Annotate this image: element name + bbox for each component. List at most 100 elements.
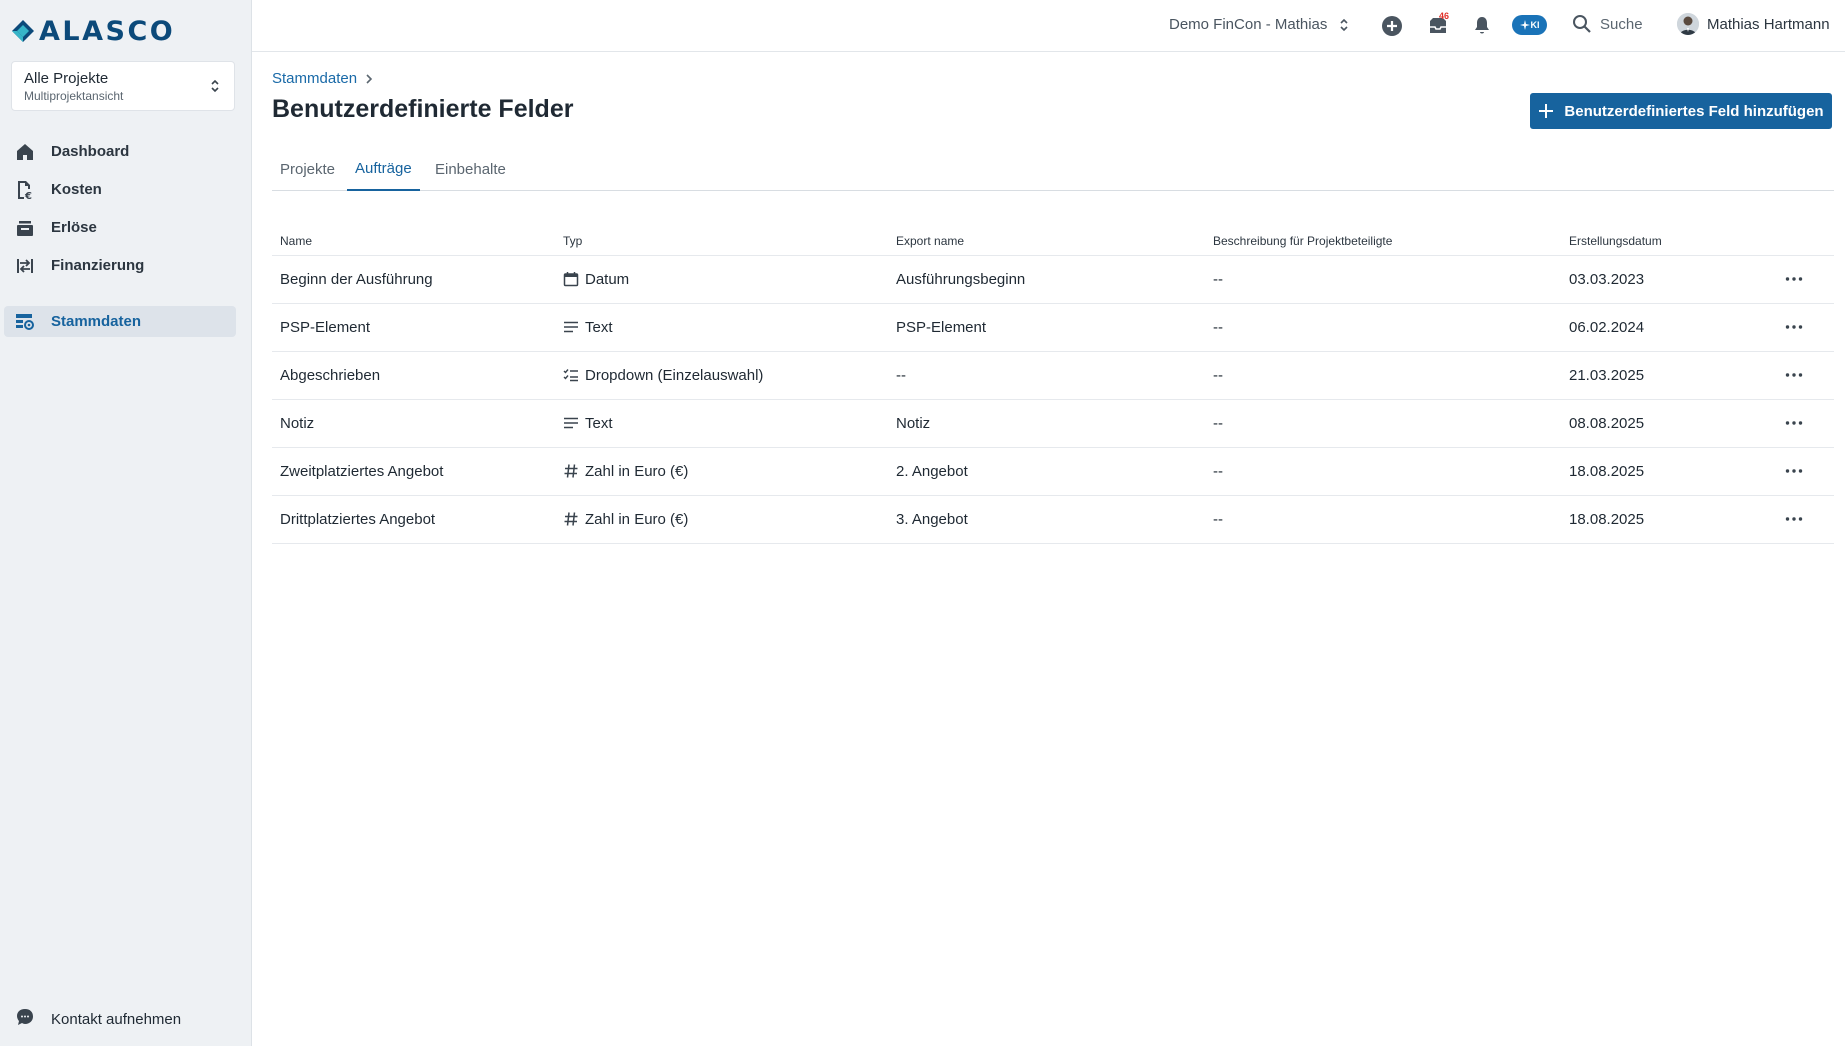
- workspace-switcher[interactable]: Demo FinCon - Mathias: [1169, 16, 1349, 33]
- column-header-description[interactable]: Beschreibung für Projektbeteiligte: [1205, 227, 1561, 256]
- financing-icon: [15, 256, 35, 276]
- cell-name: PSP-Element: [272, 303, 555, 352]
- cell-export-name: Ausführungsbeginn: [888, 255, 1205, 304]
- cell-created: 03.03.2023: [1561, 255, 1767, 304]
- breadcrumb: Stammdaten: [272, 70, 373, 87]
- tab-projekte[interactable]: Projekte: [272, 147, 343, 191]
- cell-export-name: Notiz: [888, 399, 1205, 448]
- cell-description: --: [1205, 255, 1561, 304]
- more-options-icon[interactable]: [1782, 413, 1806, 433]
- search-icon: [1573, 15, 1591, 33]
- more-options-icon[interactable]: [1782, 317, 1806, 337]
- ai-assistant-button[interactable]: KI: [1512, 15, 1547, 35]
- table-row[interactable]: Drittplatziertes Angebot Zahl in Euro (€…: [272, 495, 1834, 544]
- breadcrumb-link-stammdaten[interactable]: Stammdaten: [272, 70, 357, 87]
- custom-fields-table: Name Typ Export name Beschreibung für Pr…: [272, 227, 1834, 544]
- text-lines-icon: [563, 415, 579, 431]
- inbox-count-badge: 46: [1439, 11, 1450, 21]
- cell-actions: [1767, 399, 1834, 448]
- cell-type: Text: [555, 303, 888, 352]
- nav-label: Dashboard: [51, 143, 130, 160]
- cell-description: --: [1205, 351, 1561, 400]
- search-button[interactable]: Suche: [1572, 14, 1643, 34]
- project-select-title: Alle Projekte: [24, 70, 109, 87]
- tab-auftraege[interactable]: Aufträge: [347, 147, 420, 191]
- hash-icon: [563, 511, 579, 527]
- contact-label: Kontakt aufnehmen: [51, 1011, 182, 1028]
- cell-type: Text: [555, 399, 888, 448]
- inbox-icon[interactable]: 46: [1426, 11, 1450, 38]
- column-header-actions: [1767, 227, 1834, 256]
- sidebar: ALASCO Alle Projekte Multiprojektansicht…: [0, 0, 252, 1046]
- text-lines-icon: [563, 319, 579, 335]
- cell-actions: [1767, 303, 1834, 352]
- more-options-icon[interactable]: [1782, 461, 1806, 481]
- cell-name: Drittplatziertes Angebot: [272, 495, 555, 544]
- table-row[interactable]: Zweitplatziertes Angebot Zahl in Euro (€…: [272, 447, 1834, 496]
- nav-label: Finanzierung: [51, 257, 145, 274]
- add-custom-field-button[interactable]: Benutzerdefiniertes Feld hinzufügen: [1530, 93, 1832, 129]
- table-header-row: Name Typ Export name Beschreibung für Pr…: [272, 227, 1834, 256]
- user-menu[interactable]: Mathias Hartmann: [1677, 13, 1830, 35]
- table-row[interactable]: Beginn der Ausführung Datum Ausführungsb…: [272, 255, 1834, 304]
- tab-einbehalte[interactable]: Einbehalte: [427, 147, 514, 191]
- chevron-right-icon: [366, 73, 373, 84]
- cell-type: Zahl in Euro (€): [555, 495, 888, 544]
- type-label: Text: [585, 414, 613, 432]
- more-options-icon[interactable]: [1782, 269, 1806, 289]
- nav-label: Stammdaten: [51, 313, 142, 330]
- avatar: [1677, 13, 1699, 35]
- updown-chevron-icon: [211, 79, 219, 93]
- cell-name: Abgeschrieben: [272, 351, 555, 400]
- cell-name: Notiz: [272, 399, 555, 448]
- cell-actions: [1767, 495, 1834, 544]
- plus-icon: [1539, 104, 1554, 118]
- bell-icon[interactable]: [1470, 14, 1494, 38]
- master-data-icon: [15, 312, 35, 332]
- nav-item-stammdaten[interactable]: Stammdaten: [4, 306, 236, 337]
- nav-item-dashboard[interactable]: Dashboard: [4, 136, 236, 167]
- search-label: Suche: [1600, 15, 1643, 33]
- nav-label: Kosten: [51, 181, 102, 198]
- type-label: Text: [585, 318, 613, 336]
- cell-type: Zahl in Euro (€): [555, 447, 888, 496]
- more-options-icon[interactable]: [1782, 509, 1806, 529]
- workspace-name: Demo FinCon - Mathias: [1169, 16, 1328, 33]
- home-icon: [15, 142, 35, 162]
- alasco-logo[interactable]: ALASCO: [11, 16, 175, 47]
- checklist-icon: [563, 367, 579, 383]
- cell-type: Dropdown (Einzelauswahl): [555, 351, 888, 400]
- cell-name: Beginn der Ausführung: [272, 255, 555, 304]
- cell-actions: [1767, 351, 1834, 400]
- cell-created: 06.02.2024: [1561, 303, 1767, 352]
- chat-bubble-icon: [15, 1007, 35, 1032]
- ai-label: KI: [1530, 20, 1540, 30]
- table-row[interactable]: Notiz Text Notiz -- 08.08.2025: [272, 399, 1834, 448]
- nav-item-finanzierung[interactable]: Finanzierung: [4, 250, 236, 281]
- page-title: Benutzerdefinierte Felder: [272, 95, 574, 123]
- sparkle-icon: [1519, 20, 1530, 30]
- main-nav: Dashboard € Kosten Erlöse Finanzierung S: [4, 136, 236, 344]
- type-label: Datum: [585, 270, 630, 288]
- svg-text:€: €: [24, 191, 32, 200]
- top-bar: Demo FinCon - Mathias 46 KI Suche Mathia…: [252, 0, 1845, 52]
- cell-created: 08.08.2025: [1561, 399, 1767, 448]
- cell-created: 21.03.2025: [1561, 351, 1767, 400]
- more-options-icon[interactable]: [1782, 365, 1806, 385]
- contact-button[interactable]: Kontakt aufnehmen: [15, 1007, 181, 1032]
- nav-item-kosten[interactable]: € Kosten: [4, 174, 236, 205]
- column-header-created[interactable]: Erstellungsdatum: [1561, 227, 1767, 256]
- column-header-export-name[interactable]: Export name: [888, 227, 1205, 256]
- revenue-icon: [15, 218, 35, 238]
- updown-chevron-icon: [1340, 18, 1348, 31]
- column-header-name[interactable]: Name: [272, 227, 555, 256]
- column-header-type[interactable]: Typ: [555, 227, 888, 256]
- nav-item-erloese[interactable]: Erlöse: [4, 212, 236, 243]
- cell-description: --: [1205, 399, 1561, 448]
- project-select[interactable]: Alle Projekte Multiprojektansicht: [11, 61, 235, 111]
- table-row[interactable]: Abgeschrieben Dropdown (Einzelauswahl) -…: [272, 351, 1834, 400]
- type-label: Zahl in Euro (€): [585, 462, 689, 480]
- cell-created: 18.08.2025: [1561, 447, 1767, 496]
- add-circle-icon[interactable]: [1380, 14, 1404, 38]
- table-row[interactable]: PSP-Element Text PSP-Element -- 06.02.20…: [272, 303, 1834, 352]
